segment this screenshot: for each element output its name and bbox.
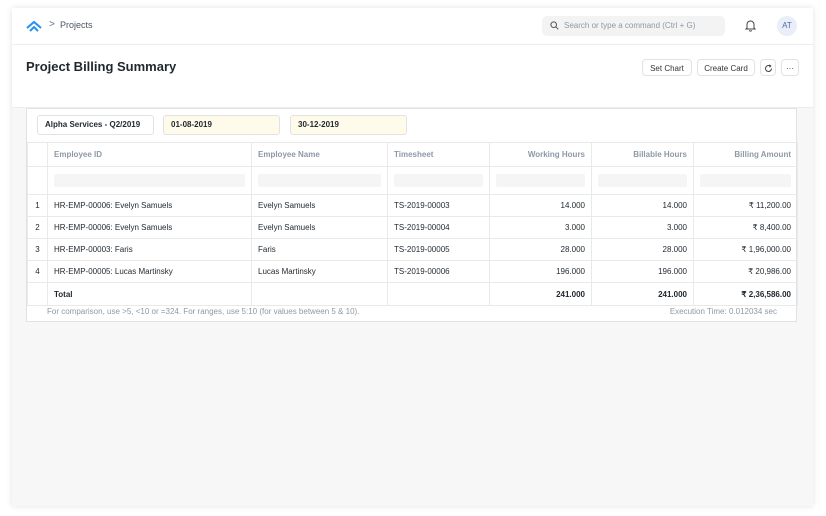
create-card-button[interactable]: Create Card [697, 59, 755, 76]
total-label: Total [47, 282, 252, 306]
employee-name-cell[interactable]: Evelyn Samuels [251, 194, 388, 217]
report-table: Employee ID Employee Name Timesheet Work… [27, 142, 798, 306]
timesheet-cell[interactable]: TS-2019-00006 [387, 260, 490, 283]
breadcrumb-projects[interactable]: Projects [60, 20, 93, 30]
app-logo-icon[interactable] [26, 20, 42, 32]
working-hours-cell[interactable]: 3.000 [489, 216, 592, 239]
working-hours-cell[interactable]: 28.000 [489, 238, 592, 261]
employee-name-cell[interactable]: Evelyn Samuels [251, 216, 388, 239]
working-hours-filter-input[interactable] [496, 174, 585, 187]
search-icon [550, 21, 559, 30]
column-header-employee-id[interactable]: Employee ID [47, 142, 252, 167]
breadcrumb-separator: > [49, 19, 55, 30]
billable-hours-cell[interactable]: 196.000 [591, 260, 694, 283]
employee-name-cell[interactable]: Faris [251, 238, 388, 261]
search-bar[interactable]: Search or type a command (Ctrl + G) [542, 16, 725, 36]
column-header-timesheet[interactable]: Timesheet [387, 142, 490, 167]
index-header [27, 142, 48, 167]
timesheet-filter-input[interactable] [394, 174, 483, 187]
to-date-filter[interactable]: 30-12-2019 [290, 115, 407, 135]
page-title: Project Billing Summary [26, 59, 177, 74]
total-billing-amount: ₹ 2,36,586.00 [693, 282, 798, 306]
column-filter-row [27, 166, 798, 195]
billable-hours-cell[interactable]: 3.000 [591, 216, 694, 239]
row-index: 3 [27, 238, 48, 261]
row-index: 2 [27, 216, 48, 239]
billable-hours-filter-input[interactable] [598, 174, 687, 187]
total-index-cell [27, 282, 48, 306]
employee-id-cell[interactable]: HR-EMP-00006: Evelyn Samuels [47, 216, 252, 239]
employee-id-filter-input[interactable] [54, 174, 245, 187]
app-frame: > Projects Search or type a command (Ctr… [12, 8, 813, 506]
row-index: 4 [27, 260, 48, 283]
avatar[interactable]: AT [777, 16, 797, 36]
column-header-billable-hours[interactable]: Billable Hours [591, 142, 694, 167]
total-working-hours: 241.000 [489, 282, 592, 306]
page-header: Project Billing Summary Set Chart Create… [12, 45, 813, 108]
column-header-billing-amount[interactable]: Billing Amount [693, 142, 798, 167]
more-actions-button[interactable]: ··· [781, 59, 799, 76]
billing-amount-filter-input[interactable] [700, 174, 791, 187]
billing-amount-cell[interactable]: ₹ 20,986.00 [693, 260, 798, 283]
search-placeholder: Search or type a command (Ctrl + G) [564, 21, 696, 30]
filter-cell-working-hours [489, 166, 592, 195]
navbar: > Projects Search or type a command (Ctr… [12, 8, 813, 45]
billable-hours-cell[interactable]: 14.000 [591, 194, 694, 217]
refresh-icon [764, 64, 772, 72]
refresh-button[interactable] [760, 59, 776, 76]
column-header-working-hours[interactable]: Working Hours [489, 142, 592, 167]
filter-cell-employee-id [47, 166, 252, 195]
report-container: Alpha Services - Q2/2019 01-08-2019 30-1… [26, 108, 798, 322]
execution-time: Execution Time: 0.012034 sec [669, 307, 777, 316]
filter-cell-employee-name [251, 166, 388, 195]
report-footer: For comparison, use >5, <10 or =324. For… [27, 304, 797, 322]
employee-name-cell[interactable]: Lucas Martinsky [251, 260, 388, 283]
working-hours-cell[interactable]: 196.000 [489, 260, 592, 283]
set-chart-button[interactable]: Set Chart [642, 59, 692, 76]
filter-cell-billing-amount [693, 166, 798, 195]
total-billable-hours: 241.000 [591, 282, 694, 306]
table-row: 3 HR-EMP-00003: Faris Faris TS-2019-0000… [27, 238, 798, 261]
bell-icon[interactable] [745, 19, 756, 32]
employee-name-filter-input[interactable] [258, 174, 381, 187]
timesheet-cell[interactable]: TS-2019-00004 [387, 216, 490, 239]
billing-amount-cell[interactable]: ₹ 11,200.00 [693, 194, 798, 217]
total-empty-cell [251, 282, 388, 306]
billing-amount-cell[interactable]: ₹ 1,96,000.00 [693, 238, 798, 261]
timesheet-cell[interactable]: TS-2019-00003 [387, 194, 490, 217]
filter-cell-timesheet [387, 166, 490, 195]
billable-hours-cell[interactable]: 28.000 [591, 238, 694, 261]
filter-cell-billable-hours [591, 166, 694, 195]
table-row: 4 HR-EMP-00005: Lucas Martinsky Lucas Ma… [27, 260, 798, 283]
billing-amount-cell[interactable]: ₹ 8,400.00 [693, 216, 798, 239]
employee-id-cell[interactable]: HR-EMP-00003: Faris [47, 238, 252, 261]
table-row: 2 HR-EMP-00006: Evelyn Samuels Evelyn Sa… [27, 216, 798, 239]
from-date-filter[interactable]: 01-08-2019 [163, 115, 280, 135]
column-header-employee-name[interactable]: Employee Name [251, 142, 388, 167]
timesheet-cell[interactable]: TS-2019-00005 [387, 238, 490, 261]
total-row: Total 241.000 241.000 ₹ 2,36,586.00 [27, 282, 798, 306]
filter-help-text: For comparison, use >5, <10 or =324. For… [47, 307, 360, 316]
table-row: 1 HR-EMP-00006: Evelyn Samuels Evelyn Sa… [27, 194, 798, 217]
working-hours-cell[interactable]: 14.000 [489, 194, 592, 217]
employee-id-cell[interactable]: HR-EMP-00006: Evelyn Samuels [47, 194, 252, 217]
row-index: 1 [27, 194, 48, 217]
employee-id-cell[interactable]: HR-EMP-00005: Lucas Martinsky [47, 260, 252, 283]
filter-cell-index [27, 166, 48, 195]
company-filter[interactable]: Alpha Services - Q2/2019 [37, 115, 154, 135]
total-empty-cell [387, 282, 490, 306]
